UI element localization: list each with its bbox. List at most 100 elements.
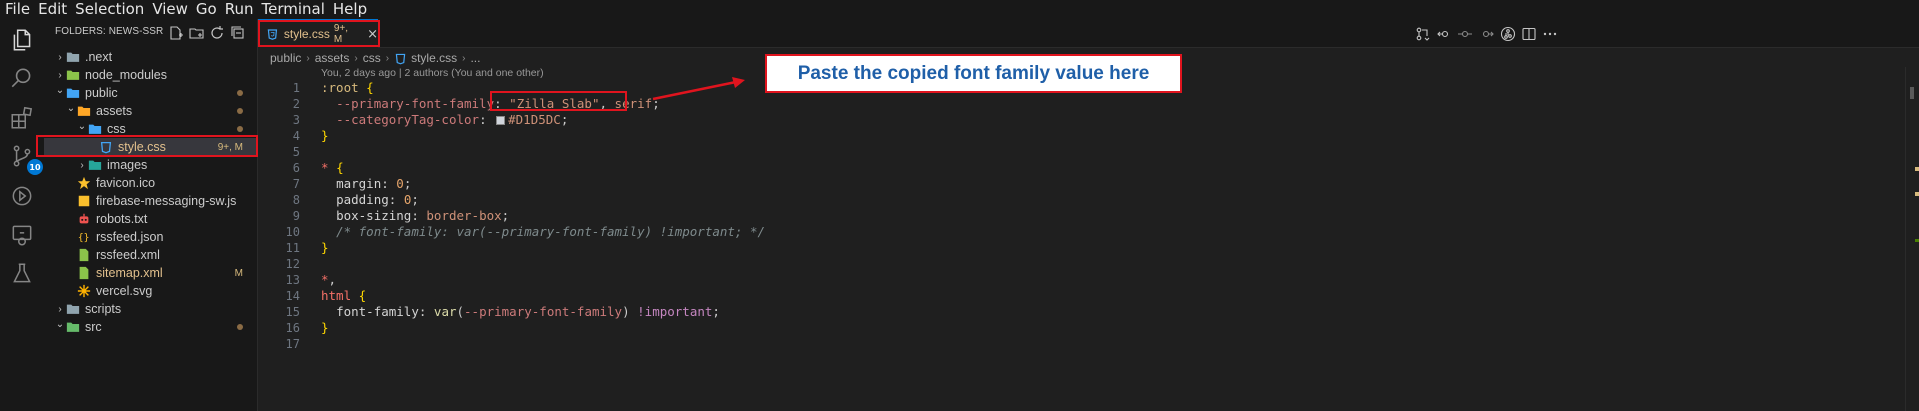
- previous-change-icon[interactable]: [1436, 26, 1452, 42]
- git-blame-codelens[interactable]: You, 2 days ago | 2 authors (You and one…: [321, 67, 544, 79]
- menu-file[interactable]: File: [0, 0, 30, 19]
- txt-file-icon: [77, 212, 91, 226]
- menu-edit[interactable]: Edit: [33, 0, 67, 19]
- code-line[interactable]: 17: [258, 336, 1919, 352]
- highlight-box-font-value: [490, 91, 627, 111]
- tree-folder-public[interactable]: ⌄ public: [44, 84, 257, 102]
- tree-item-label: src: [85, 320, 102, 334]
- code-token: {: [336, 160, 344, 175]
- open-changes-icon[interactable]: [1415, 26, 1431, 42]
- code-line[interactable]: 15 font-family: var(--primary-font-famil…: [258, 304, 1919, 320]
- new-file-icon[interactable]: [168, 25, 184, 41]
- menu-help[interactable]: Help: [328, 0, 367, 19]
- testing-icon[interactable]: [7, 259, 37, 289]
- next-change-icon[interactable]: [1479, 26, 1495, 42]
- source-control-icon[interactable]: 10: [7, 141, 43, 175]
- code-line[interactable]: 7 margin: 0;: [258, 176, 1919, 192]
- chevron-right-icon[interactable]: ›: [76, 159, 88, 171]
- chevron-down-icon[interactable]: ⌄: [54, 84, 66, 96]
- more-actions-icon[interactable]: [1542, 26, 1558, 42]
- menu-go[interactable]: Go: [191, 0, 217, 19]
- chevron-down-icon[interactable]: ⌄: [65, 102, 77, 114]
- code-token: :: [381, 176, 397, 191]
- commit-icon[interactable]: [1457, 26, 1473, 42]
- extensions-icon[interactable]: [7, 103, 37, 133]
- modified-marker: [1915, 167, 1919, 171]
- scrollbar-thumb[interactable]: [1910, 87, 1914, 99]
- line-number: 8: [292, 193, 300, 207]
- split-editor-icon[interactable]: [1521, 26, 1537, 42]
- tree-file-rssfeed-xml[interactable]: rssfeed.xml: [44, 246, 257, 264]
- code-line[interactable]: 6 * {: [258, 160, 1919, 176]
- chevron-down-icon[interactable]: ⌄: [54, 318, 66, 330]
- tree-item-label: rssfeed.xml: [96, 248, 160, 262]
- code-line[interactable]: 12: [258, 256, 1919, 272]
- tree-folder-assets[interactable]: ⌄ assets: [44, 102, 257, 120]
- modified-dot: [237, 90, 243, 96]
- explorer-icon[interactable]: [7, 25, 37, 55]
- code-line[interactable]: 4}: [258, 128, 1919, 144]
- new-folder-icon[interactable]: [189, 25, 205, 41]
- code-line[interactable]: 5: [258, 144, 1919, 160]
- breadcrumb-item[interactable]: css: [363, 51, 381, 65]
- chevron-right-icon[interactable]: ›: [54, 51, 66, 63]
- line-number: 5: [292, 145, 300, 159]
- breadcrumb-item[interactable]: assets: [315, 51, 350, 65]
- code-line[interactable]: 13 *,: [258, 272, 1919, 288]
- breadcrumb-item[interactable]: style.css: [411, 51, 457, 65]
- code-token: ;: [411, 192, 419, 207]
- code-line[interactable]: 10 /* font-family: var(--primary-font-fa…: [258, 224, 1919, 240]
- tree-folder--next[interactable]: › .next: [44, 48, 257, 66]
- code-token: #D1D5DC: [508, 112, 561, 127]
- chevron-right-icon[interactable]: ›: [54, 69, 66, 81]
- code-line[interactable]: 8 padding: 0;: [258, 192, 1919, 208]
- code-line[interactable]: 9 box-sizing: border-box;: [258, 208, 1919, 224]
- line-number: 4: [292, 129, 300, 143]
- chevron-right-icon[interactable]: ›: [54, 303, 66, 315]
- code-line[interactable]: 14 html {: [258, 288, 1919, 304]
- refresh-icon[interactable]: [209, 25, 225, 41]
- tree-item-label: node_modules: [85, 68, 168, 82]
- source-control-badge: 10: [27, 159, 43, 175]
- chevron-right-icon: ›: [385, 52, 390, 64]
- editor-scrollbar[interactable]: [1905, 67, 1919, 411]
- tree-folder-images[interactable]: › images: [44, 156, 257, 174]
- search-icon[interactable]: [7, 63, 37, 93]
- breadcrumb-item[interactable]: ...: [470, 51, 480, 65]
- tree-folder-scripts[interactable]: › scripts: [44, 300, 257, 318]
- tree-file-favicon-ico[interactable]: favicon.ico: [44, 174, 257, 192]
- tree-file-firebase-messaging-sw-js[interactable]: firebase-messaging-sw.js: [44, 192, 257, 210]
- line-text: --categoryTag-color: #D1D5DC;: [321, 112, 568, 128]
- code-token: }: [321, 128, 329, 143]
- menu-terminal[interactable]: Terminal: [257, 0, 325, 19]
- color-swatch-icon[interactable]: [496, 116, 506, 125]
- code-token: --primary-font-family: [336, 96, 495, 111]
- tree-folder-node-modules[interactable]: › node_modules: [44, 66, 257, 84]
- git-lens-icon[interactable]: [1500, 26, 1516, 42]
- code-line[interactable]: 11}: [258, 240, 1919, 256]
- svg-file-icon: [77, 284, 91, 298]
- collapse-all-icon[interactable]: [230, 25, 246, 41]
- run-debug-icon[interactable]: [7, 181, 37, 211]
- menu-view[interactable]: View: [147, 0, 188, 19]
- tree-folder-src[interactable]: ⌄ src: [44, 318, 257, 336]
- chevron-right-icon: ›: [462, 52, 466, 64]
- menu-run[interactable]: Run: [220, 0, 254, 19]
- tree-file-sitemap-xml[interactable]: sitemap.xml M: [44, 264, 257, 282]
- code-line[interactable]: 16}: [258, 320, 1919, 336]
- line-number: 17: [285, 337, 300, 351]
- xml-file-icon: [77, 248, 91, 262]
- callout-text: Paste the copied font family value here: [797, 62, 1150, 84]
- chevron-down-icon[interactable]: ⌄: [76, 120, 88, 132]
- tree-file-rssfeed-json[interactable]: {} rssfeed.json: [44, 228, 257, 246]
- breadcrumb-item[interactable]: public: [270, 51, 301, 65]
- tree-file-robots-txt[interactable]: robots.txt: [44, 210, 257, 228]
- tree-file-vercel-svg[interactable]: vercel.svg: [44, 282, 257, 300]
- remote-explorer-icon[interactable]: [7, 220, 37, 250]
- chevron-right-icon: ›: [306, 52, 310, 64]
- code-line[interactable]: 3 --categoryTag-color: #D1D5DC;: [258, 112, 1919, 128]
- menu-selection[interactable]: Selection: [70, 0, 144, 19]
